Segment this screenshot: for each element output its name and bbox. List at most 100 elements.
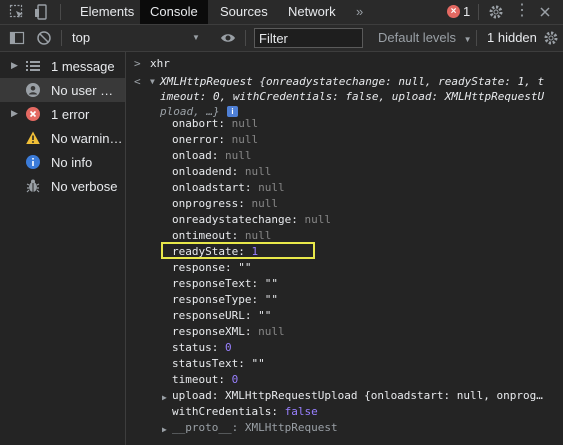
property-value: null: [258, 325, 285, 338]
sidebar-item-errors[interactable]: ▶ 1 error: [0, 102, 125, 126]
property-row: onabort: null: [172, 117, 259, 130]
info-icon: [26, 155, 40, 169]
divider: [478, 4, 479, 20]
log-levels-dropdown[interactable]: Default levels ▼: [378, 25, 472, 51]
property-value: "": [264, 293, 278, 306]
property-value: null: [244, 165, 272, 178]
sidebar-item-label: No warnings: [51, 131, 123, 146]
user-icon: [26, 83, 40, 97]
property-row-withcredentials: withCredentials: false: [172, 405, 318, 418]
property-key: status: [172, 341, 212, 354]
chevron-down-icon: ▼: [463, 35, 472, 44]
property-row: response: "": [172, 261, 252, 274]
tab-console[interactable]: Console: [140, 0, 208, 24]
property-row: timeout: 0: [172, 373, 239, 386]
expand-arrow-icon[interactable]: ▶: [11, 108, 18, 119]
more-tabs-button[interactable]: »: [346, 0, 373, 24]
inspect-element-icon[interactable]: [9, 4, 25, 20]
object-summary-line-1[interactable]: XMLHttpRequest {onreadystatechange: null…: [160, 74, 544, 90]
expand-arrow-icon[interactable]: ▼: [150, 74, 155, 90]
property-row: responseType: "": [172, 293, 278, 306]
property-row: responseXML: null: [172, 325, 285, 338]
property-value: "": [264, 277, 278, 290]
property-key: responseXML: [172, 325, 245, 338]
property-key: ontimeout: [172, 229, 232, 242]
tab-sources[interactable]: Sources: [210, 0, 278, 24]
property-row-proto[interactable]: __proto__: XMLHttpRequest: [172, 420, 338, 436]
device-toolbar-icon[interactable]: [34, 4, 50, 20]
property-key: response: [172, 261, 225, 274]
property-key: withCredentials: [172, 405, 272, 418]
property-value: null: [231, 133, 259, 146]
property-key: statusText: [172, 357, 239, 370]
filter-input[interactable]: [254, 28, 363, 48]
divider: [476, 30, 477, 46]
sidebar-item-label: No user me...: [51, 83, 123, 98]
property-row-upload[interactable]: upload: XMLHttpRequestUpload {onloadstar…: [172, 388, 543, 404]
property-value: 0: [231, 373, 239, 386]
property-row: onloadstart: null: [172, 181, 285, 194]
context-value: top: [72, 30, 91, 45]
close-icon[interactable]: [537, 4, 553, 20]
property-value: "": [258, 309, 272, 322]
property-value: null: [251, 197, 278, 210]
property-row: onload: null: [172, 149, 252, 162]
tab-network[interactable]: Network: [278, 0, 346, 24]
property-key: onloadstart: [172, 181, 245, 194]
property-key: responseURL: [172, 309, 245, 322]
property-value: "": [238, 261, 252, 274]
more-options-icon[interactable]: ⋮: [514, 1, 530, 21]
sidebar-item-label: 1 error: [51, 107, 90, 122]
property-key: timeout: [172, 373, 219, 386]
warning-icon: [26, 131, 40, 144]
clear-console-icon[interactable]: [36, 30, 52, 46]
property-value: XMLHttpRequest: [244, 421, 338, 434]
error-count[interactable]: 1: [463, 4, 470, 19]
sidebar-item-verbose[interactable]: No verbose: [0, 174, 125, 198]
property-key: onprogress: [172, 197, 239, 210]
divider: [60, 4, 61, 20]
property-value: null: [225, 149, 252, 162]
property-row: onerror: null: [172, 133, 259, 146]
property-value: false: [284, 405, 318, 418]
levels-label: Default levels: [378, 30, 457, 45]
sidebar-item-user-messages[interactable]: No user me...: [0, 78, 125, 102]
property-value: XMLHttpRequestUpload {onloadstart: null,…: [225, 389, 543, 402]
context-select[interactable]: top ▼: [72, 25, 202, 51]
expand-arrow-icon[interactable]: ▶: [162, 422, 167, 438]
sidebar-item-label: No verbose: [51, 179, 118, 194]
property-key: onload: [172, 149, 212, 162]
property-key: responseText: [172, 277, 252, 290]
sidebar-item-messages[interactable]: ▶ 1 message: [0, 54, 125, 78]
sidebar-item-warnings[interactable]: No warnings: [0, 126, 125, 150]
expand-arrow-icon[interactable]: ▶: [11, 60, 18, 71]
property-value: null: [244, 229, 272, 242]
hidden-count: 1 hidden: [487, 30, 537, 45]
sidebar-item-info[interactable]: No info: [0, 150, 125, 174]
property-value: "": [251, 357, 265, 370]
property-value: null: [258, 181, 285, 194]
live-expression-eye-icon[interactable]: [220, 30, 236, 46]
property-row: onprogress: null: [172, 197, 278, 210]
console-input-line: xhr: [150, 57, 170, 70]
object-summary-line-2[interactable]: imeout: 0, withCredentials: false, uploa…: [160, 89, 544, 105]
settings-gear-icon[interactable]: [488, 4, 504, 20]
console-settings-gear-icon[interactable]: [543, 30, 559, 46]
expand-arrow-icon[interactable]: ▶: [162, 390, 167, 406]
input-prompt-icon: >: [134, 57, 141, 70]
property-key: upload: [172, 389, 212, 402]
property-row: responseURL: "": [172, 309, 272, 322]
property-row: responseText: "": [172, 277, 278, 290]
property-key: onloadend: [172, 165, 232, 178]
bug-icon: [26, 179, 40, 193]
error-icon[interactable]: ×: [447, 5, 460, 18]
tab-elements[interactable]: Elements: [70, 0, 144, 24]
property-value: null: [304, 213, 331, 226]
console-sidebar: ▶ 1 message No user me... ▶ 1 error No w…: [0, 52, 126, 445]
error-icon: [26, 107, 40, 121]
property-row: onloadend: null: [172, 165, 272, 178]
devtools-tabbar: Elements Console Sources Network » × 1 ⋮: [0, 0, 563, 25]
chevron-down-icon: ▼: [192, 33, 200, 42]
show-sidebar-icon[interactable]: [9, 30, 25, 46]
property-key: onerror: [172, 133, 219, 146]
